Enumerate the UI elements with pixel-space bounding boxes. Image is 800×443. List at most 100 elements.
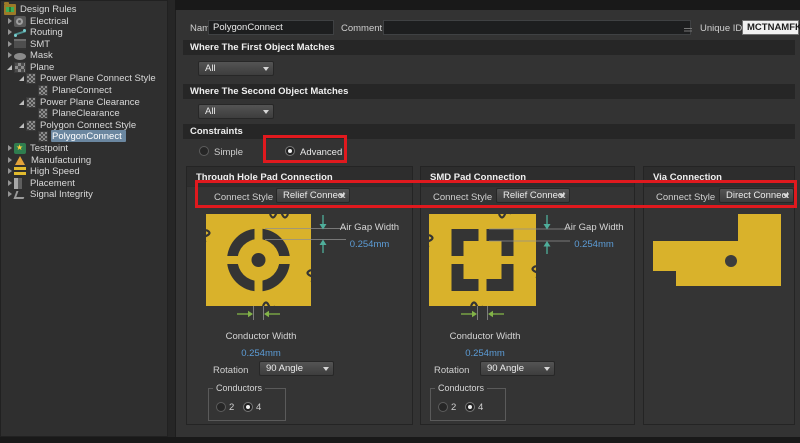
connect-style-dropdown[interactable]: Relief Connect	[276, 188, 350, 203]
panel-title: Through Hole Pad Connection	[196, 172, 333, 183]
tree-label: High Speed	[30, 166, 80, 177]
tree-item-high-speed[interactable]: High Speed	[1, 165, 165, 177]
chevron-down-icon	[263, 67, 269, 71]
design-rules-dialog: Design Rules Electrical Routing SMT Mask…	[0, 0, 800, 443]
tree-item-design-rules[interactable]: Design Rules	[1, 3, 165, 15]
connect-style-dropdown[interactable]: Relief Connect	[496, 188, 570, 203]
chevron-down-icon	[559, 194, 565, 198]
tree-label: Design Rules	[20, 4, 77, 15]
panel-title: SMD Pad Connection	[430, 172, 526, 183]
conductors-group-label: Conductors	[213, 383, 265, 393]
testpoint-icon	[14, 143, 26, 154]
chevron-down-icon	[783, 194, 789, 198]
chevron-down-icon	[263, 110, 269, 114]
via-connection-panel: Via Connection Connect Style Direct Conn…	[643, 166, 795, 425]
signal-integrity-icon	[14, 189, 26, 200]
tree-item-testpoint[interactable]: Testpoint	[1, 142, 165, 154]
rule-icon	[38, 108, 48, 119]
tree-label: Routing	[30, 27, 63, 38]
unique-id-value: MCTNAMFK	[742, 20, 799, 35]
rotation-label: Rotation	[213, 365, 248, 376]
expand-collapsed-icon[interactable]	[5, 168, 14, 174]
expand-collapsed-icon[interactable]	[5, 145, 14, 151]
expand-expanded-icon[interactable]	[5, 65, 14, 70]
expand-collapsed-icon[interactable]	[5, 41, 14, 47]
name-input[interactable]	[208, 20, 334, 35]
rotation-label: Rotation	[434, 365, 469, 376]
air-gap-width-value: 0.254mm	[327, 239, 412, 250]
rule-icon	[38, 85, 48, 96]
conductors-4-radio[interactable]	[465, 402, 475, 412]
comment-input[interactable]	[383, 20, 691, 35]
tree-item-power-plane-connect-style[interactable]: Power Plane Connect Style	[1, 72, 165, 84]
conductors-2-radio[interactable]	[438, 402, 448, 412]
expand-collapsed-icon[interactable]	[5, 18, 14, 24]
air-gap-width-label: Air Gap Width	[554, 222, 634, 233]
conductor-width-value: 0.254mm	[435, 348, 535, 359]
direct-connect-diagram	[644, 207, 796, 299]
first-object-matches-header: Where The First Object Matches	[183, 40, 795, 55]
rotation-dropdown[interactable]: 90 Angle	[480, 361, 555, 376]
first-match-dropdown[interactable]: All	[198, 61, 274, 76]
conductors-4-label[interactable]: 4	[256, 402, 261, 413]
tree-item-planeconnect[interactable]: PlaneConnect	[1, 84, 165, 96]
advanced-radio[interactable]	[285, 146, 295, 156]
conductors-2-radio[interactable]	[216, 402, 226, 412]
tree-item-polygonconnect-selected[interactable]: PolygonConnect	[1, 130, 165, 142]
tree-label: Polygon Connect Style	[40, 120, 136, 131]
air-gap-width-value: 0.254mm	[554, 239, 634, 250]
comment-resize-grip-icon[interactable]	[684, 28, 692, 33]
conductors-2-label[interactable]: 2	[229, 402, 234, 413]
rotation-dropdown[interactable]: 90 Angle	[259, 361, 334, 376]
tree-label: SMT	[30, 39, 50, 50]
expand-collapsed-icon[interactable]	[5, 191, 14, 197]
simple-radio[interactable]	[199, 146, 209, 156]
chevron-down-icon	[339, 194, 345, 198]
rule-icon	[38, 131, 48, 142]
chevron-down-icon	[544, 367, 550, 371]
tree-label: Manufacturing	[31, 155, 91, 166]
electrical-icon	[14, 16, 26, 27]
conductors-4-radio[interactable]	[243, 402, 253, 412]
second-object-matches-header: Where The Second Object Matches	[183, 84, 795, 99]
tree-label: PlaneClearance	[52, 108, 120, 119]
conductors-4-label[interactable]: 4	[478, 402, 483, 413]
through-hole-pad-connection-panel: Through Hole Pad Connection Connect Styl…	[186, 166, 413, 425]
high-speed-icon	[14, 166, 26, 177]
rule-type-icon	[26, 73, 36, 84]
conductor-width-label: Conductor Width	[211, 331, 311, 342]
second-match-dropdown[interactable]: All	[198, 104, 274, 119]
tree-label: Plane	[30, 62, 54, 73]
tree-label: Placement	[30, 178, 75, 189]
tree-item-mask[interactable]: Mask	[1, 49, 165, 61]
advanced-radio-label[interactable]: Advanced	[300, 147, 342, 158]
air-gap-width-label: Air Gap Width	[327, 222, 412, 233]
tree-label: Electrical	[30, 16, 69, 27]
expand-collapsed-icon[interactable]	[5, 157, 14, 163]
connect-style-label: Connect Style	[214, 192, 273, 203]
chevron-down-icon	[323, 367, 329, 371]
expand-collapsed-icon[interactable]	[5, 29, 14, 35]
conductor-width-label: Conductor Width	[435, 331, 535, 342]
conductors-2-label[interactable]: 2	[451, 402, 456, 413]
connect-style-label: Connect Style	[433, 192, 492, 203]
expand-expanded-icon[interactable]	[17, 76, 26, 81]
top-strip	[175, 0, 800, 10]
manufacturing-icon	[15, 156, 25, 165]
tree-item-signal-integrity[interactable]: Signal Integrity	[1, 188, 165, 200]
plane-icon	[14, 62, 26, 73]
bottom-strip	[0, 437, 800, 443]
simple-radio-label[interactable]: Simple	[214, 147, 243, 158]
expand-collapsed-icon[interactable]	[5, 52, 14, 58]
conductors-group: Conductors 2 4	[430, 388, 506, 421]
tree-item-planeclearance[interactable]: PlaneClearance	[1, 107, 165, 119]
expand-collapsed-icon[interactable]	[5, 180, 14, 186]
expand-expanded-icon[interactable]	[17, 123, 26, 128]
conductors-group: Conductors 2 4	[208, 388, 286, 421]
smt-icon	[14, 39, 26, 50]
tree-item-routing[interactable]: Routing	[1, 26, 165, 38]
connect-style-dropdown[interactable]: Direct Connect	[719, 188, 794, 203]
conductor-width-value: 0.254mm	[211, 348, 311, 359]
expand-expanded-icon[interactable]	[17, 100, 26, 105]
relief-connect-diagram	[197, 211, 347, 326]
